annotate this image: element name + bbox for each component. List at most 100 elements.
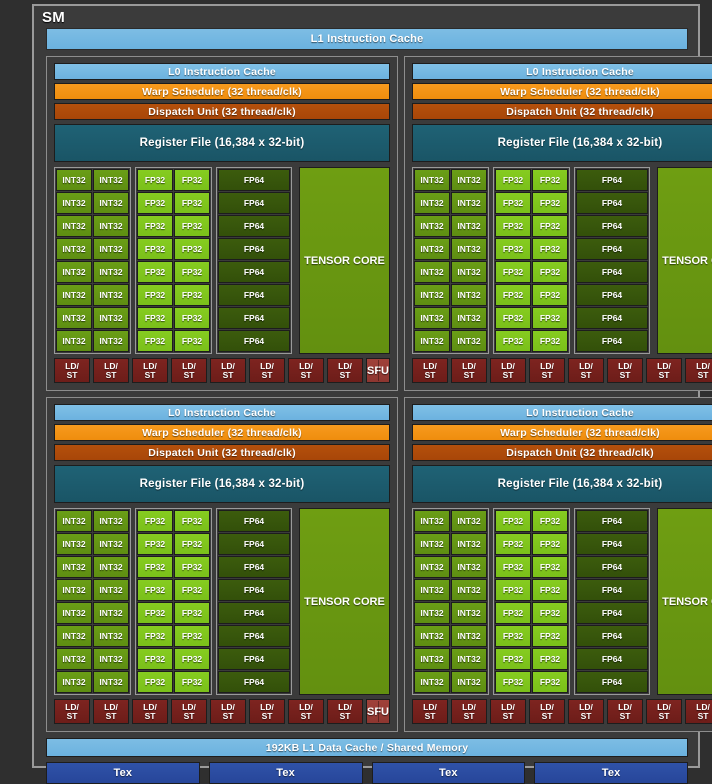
fp64-core-group-column: FP64 FP64 FP64 FP64 FP64 FP64 FP64 FP64 — [576, 510, 648, 693]
fp32-core: FP32 — [532, 330, 568, 352]
int32-core: INT32 — [414, 261, 450, 283]
fp64-core: FP64 — [218, 602, 290, 624]
fp32-core-group: FP32 FP32 FP32 FP32 FP32 FP32 FP32 FP32 FP32 FP32… — [493, 167, 570, 354]
ldst-sfu-row: LD/ST LD/ST LD/ST LD/ST LD/ST LD/ST LD/ST LD/ST… — [412, 699, 712, 724]
fp64-core: FP64 — [576, 192, 648, 214]
ldst-sfu-row: LD/ST LD/ST LD/ST LD/ST LD/ST LD/ST LD/ST LD/ST… — [54, 358, 390, 383]
fp64-core: FP64 — [576, 261, 648, 283]
int32-core-group-column: INT32 INT32 INT32 INT32 INT32 INT32 INT32 INT32 — [56, 169, 92, 352]
fp32-core: FP32 — [137, 192, 173, 214]
fp32-core: FP32 — [174, 556, 210, 578]
fp64-core: FP64 — [218, 169, 290, 191]
ldst-unit: LD/ST — [646, 699, 682, 724]
sm-block: SM L1 Instruction Cache L0 Instruction C… — [32, 4, 712, 784]
int32-core: INT32 — [56, 307, 92, 329]
warp-scheduler-block: Warp Scheduler (32 thread/clk) — [412, 83, 712, 100]
processing-block-grid: L0 Instruction Cache Warp Scheduler (32 t… — [46, 56, 712, 732]
l0-instruction-cache-block: L0 Instruction Cache — [54, 63, 390, 80]
int32-core: INT32 — [56, 169, 92, 191]
fp32-core: FP32 — [137, 238, 173, 260]
sfu-unit: SFU — [366, 358, 390, 383]
fp64-core: FP64 — [218, 648, 290, 670]
int32-core: INT32 — [93, 671, 129, 693]
fp64-core: FP64 — [218, 625, 290, 647]
fp32-core: FP32 — [174, 215, 210, 237]
int32-core: INT32 — [93, 510, 129, 532]
fp32-core: FP32 — [137, 648, 173, 670]
fp32-core: FP32 — [532, 648, 568, 670]
fp64-core-group-column: FP64 FP64 FP64 FP64 FP64 FP64 FP64 FP64 — [218, 510, 290, 693]
ldst-unit: LD/ST — [685, 358, 712, 383]
fp32-core: FP32 — [137, 602, 173, 624]
fp32-core: FP32 — [532, 510, 568, 532]
fp64-core: FP64 — [218, 215, 290, 237]
int32-core: INT32 — [93, 261, 129, 283]
fp32-core-group-column: FP32 FP32 FP32 FP32 FP32 FP32 FP32 FP32 — [174, 510, 210, 693]
fp32-core: FP32 — [137, 215, 173, 237]
ldst-unit: LD/ST — [490, 699, 526, 724]
fp32-core: FP32 — [532, 579, 568, 601]
sfu-unit: SFU — [366, 699, 390, 724]
fp64-core-group: FP64 FP64 FP64 FP64 FP64 FP64 FP64 FP64 — [216, 167, 292, 354]
int32-core: INT32 — [451, 238, 487, 260]
fp32-core-group-column: FP32 FP32 FP32 FP32 FP32 FP32 FP32 FP32 — [137, 510, 173, 693]
tex-unit-row: Tex Tex Tex Tex — [46, 762, 688, 784]
fp32-core: FP32 — [495, 330, 531, 352]
ldst-sfu-row: LD/ST LD/ST LD/ST LD/ST LD/ST LD/ST LD/ST LD/ST… — [412, 358, 712, 383]
ldst-unit: LD/ST — [327, 358, 363, 383]
fp64-core-group-column: FP64 FP64 FP64 FP64 FP64 FP64 FP64 FP64 — [576, 169, 648, 352]
int32-core: INT32 — [93, 192, 129, 214]
fp64-core: FP64 — [218, 533, 290, 555]
processing-block: L0 Instruction Cache Warp Scheduler (32 t… — [46, 397, 398, 732]
fp64-core: FP64 — [218, 284, 290, 306]
fp64-core: FP64 — [576, 284, 648, 306]
l1-instruction-cache-block: L1 Instruction Cache — [46, 28, 688, 50]
l0-instruction-cache-block: L0 Instruction Cache — [54, 404, 390, 421]
int32-core: INT32 — [451, 284, 487, 306]
fp64-core-group: FP64 FP64 FP64 FP64 FP64 FP64 FP64 FP64 — [574, 167, 650, 354]
fp64-core: FP64 — [218, 192, 290, 214]
ldst-unit: LD/ST — [249, 699, 285, 724]
int32-core: INT32 — [93, 238, 129, 260]
fp32-core: FP32 — [495, 671, 531, 693]
int32-core: INT32 — [414, 192, 450, 214]
ldst-unit: LD/ST — [529, 358, 565, 383]
int32-core-group: INT32 INT32 INT32 INT32 INT32 INT32 INT32 INT32… — [54, 167, 131, 354]
int32-core-group-column: INT32 INT32 INT32 INT32 INT32 INT32 INT32 INT32 — [451, 169, 487, 352]
core-array: INT32 INT32 INT32 INT32 INT32 INT32 INT32 INT32… — [54, 167, 390, 354]
fp64-core: FP64 — [576, 510, 648, 532]
tex-unit: Tex — [208, 762, 363, 784]
int32-core: INT32 — [93, 169, 129, 191]
ldst-unit: LD/ST — [288, 358, 324, 383]
fp32-core: FP32 — [532, 556, 568, 578]
int32-core: INT32 — [451, 330, 487, 352]
fp32-core: FP32 — [495, 510, 531, 532]
ldst-unit: LD/ST — [451, 358, 487, 383]
int32-core: INT32 — [56, 510, 92, 532]
int32-core: INT32 — [56, 238, 92, 260]
int32-core: INT32 — [56, 648, 92, 670]
int32-core: INT32 — [451, 510, 487, 532]
core-array: INT32 INT32 INT32 INT32 INT32 INT32 INT32 INT32… — [54, 508, 390, 695]
fp32-core: FP32 — [495, 215, 531, 237]
tensor-core-block: TENSOR CORE — [657, 508, 712, 695]
ldst-unit: LD/ST — [210, 358, 246, 383]
fp32-core: FP32 — [495, 648, 531, 670]
ldst-unit: LD/ST — [132, 699, 168, 724]
fp32-core: FP32 — [495, 625, 531, 647]
l1-data-cache-block: 192KB L1 Data Cache / Shared Memory — [46, 738, 688, 757]
fp32-core: FP32 — [174, 284, 210, 306]
fp32-core: FP32 — [137, 330, 173, 352]
fp32-core: FP32 — [137, 307, 173, 329]
fp32-core: FP32 — [532, 307, 568, 329]
l0-instruction-cache-block: L0 Instruction Cache — [412, 404, 712, 421]
fp32-core: FP32 — [495, 284, 531, 306]
fp32-core: FP32 — [532, 261, 568, 283]
register-file-block: Register File (16,384 x 32-bit) — [412, 465, 712, 503]
int32-core: INT32 — [414, 307, 450, 329]
ldst-unit: LD/ST — [171, 699, 207, 724]
ldst-unit: LD/ST — [490, 358, 526, 383]
int32-core-group-column: INT32 INT32 INT32 INT32 INT32 INT32 INT32 INT32 — [414, 169, 450, 352]
ldst-unit: LD/ST — [685, 699, 712, 724]
fp32-core: FP32 — [532, 602, 568, 624]
